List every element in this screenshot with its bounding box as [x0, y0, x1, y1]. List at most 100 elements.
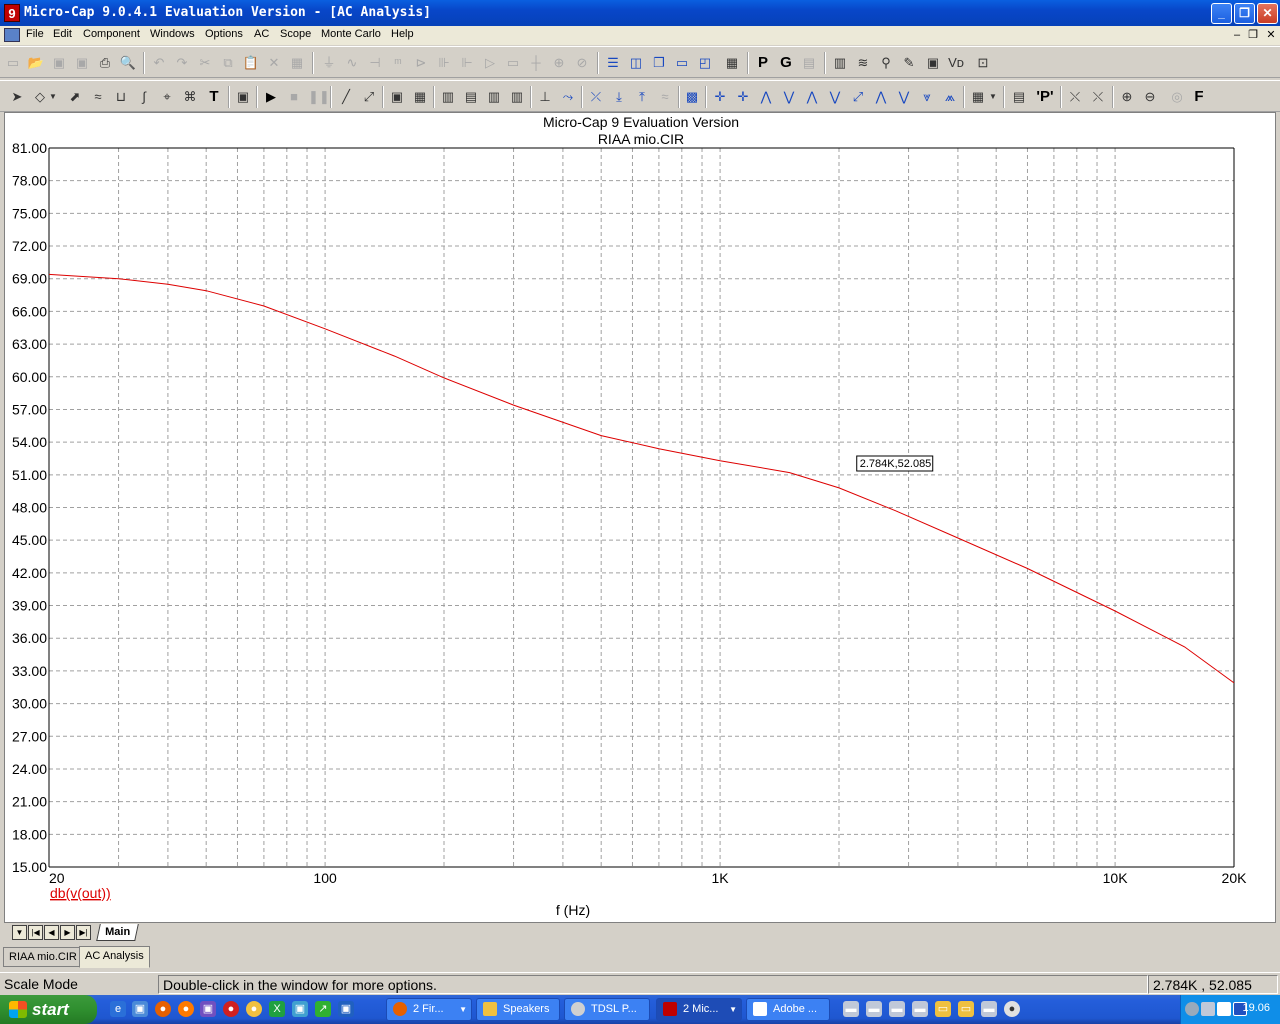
properties-icon[interactable]: ▣: [234, 88, 252, 106]
drive-icon-4[interactable]: ▬: [912, 1001, 928, 1017]
mdi-close-button[interactable]: ✕: [1263, 28, 1279, 42]
axis-icon[interactable]: ⊥: [536, 88, 554, 106]
waveform-icon[interactable]: ≋: [854, 54, 872, 72]
next-point-icon[interactable]: ✛: [711, 88, 729, 106]
grid-icon[interactable]: ▦: [411, 88, 429, 106]
frame-icon[interactable]: ▣: [924, 54, 942, 72]
capacitor-icon[interactable]: ⊣: [366, 54, 384, 72]
explorer-icon[interactable]: ▣: [132, 1001, 148, 1017]
split-window-icon[interactable]: ◰: [696, 54, 714, 72]
save-icon[interactable]: ▣: [50, 54, 68, 72]
network-icon[interactable]: [1201, 1002, 1215, 1016]
vd-icon[interactable]: Vᴅ: [947, 54, 965, 72]
low-icon[interactable]: ⋁: [826, 88, 844, 106]
app-icon-6[interactable]: ▣: [338, 1001, 354, 1017]
grid-g-icon[interactable]: G: [777, 54, 795, 72]
tile-horizontal-icon[interactable]: ☰: [604, 54, 622, 72]
last-tab-button[interactable]: ▶|: [76, 925, 91, 940]
stepping-icon[interactable]: ▦: [969, 88, 987, 106]
task-firefox[interactable]: 2 Fir... ▼: [386, 998, 472, 1021]
grid-style-4-icon[interactable]: ▥: [508, 88, 526, 106]
components-list-icon[interactable]: ▥: [831, 54, 849, 72]
peak-find-icon[interactable]: ⋀: [757, 88, 775, 106]
firefox-icon[interactable]: ●: [155, 1001, 171, 1017]
drive-icon-2[interactable]: ▬: [866, 1001, 882, 1017]
wave-icon[interactable]: ≈: [656, 88, 674, 106]
close-button[interactable]: ✕: [1257, 3, 1278, 24]
pen-icon[interactable]: ✎: [900, 54, 918, 72]
top-icon[interactable]: ⩔: [918, 88, 936, 106]
minimize-button[interactable]: _: [1211, 3, 1232, 24]
window-icon[interactable]: ▭: [673, 54, 691, 72]
npn-icon[interactable]: ⊩: [458, 54, 476, 72]
select-all-icon[interactable]: ▦: [288, 54, 306, 72]
drive-icon-3[interactable]: ▬: [889, 1001, 905, 1017]
run-icon[interactable]: ▶: [262, 88, 280, 106]
peak-icon[interactable]: ≈: [89, 88, 107, 106]
cursor-up-icon[interactable]: ⤒: [633, 88, 651, 106]
save-all-icon[interactable]: ▣: [73, 54, 91, 72]
prev-tab-button[interactable]: ◀: [44, 925, 59, 940]
vsource-icon[interactable]: ⊕: [550, 54, 568, 72]
tag-point-icon[interactable]: ⌖: [158, 88, 176, 106]
start-button[interactable]: start: [0, 995, 97, 1024]
tag-horizontal-icon[interactable]: ⌘: [181, 88, 199, 106]
zoom-in-icon[interactable]: ⊕: [1118, 88, 1136, 106]
paste-icon[interactable]: 📋: [242, 54, 260, 72]
chevron-down-icon[interactable]: ▼: [988, 88, 998, 106]
high-icon[interactable]: ⋀: [803, 88, 821, 106]
numeric-output-icon[interactable]: ▤: [1010, 88, 1028, 106]
menu-file[interactable]: File: [26, 28, 44, 40]
battery-icon[interactable]: ⊪: [435, 54, 453, 72]
drive-icon-5[interactable]: ▬: [981, 1001, 997, 1017]
diode-icon[interactable]: ⊳: [412, 54, 430, 72]
redo-icon[interactable]: ↷: [173, 54, 191, 72]
resistor-icon[interactable]: ∿: [343, 54, 361, 72]
doc-tab-ac-analysis[interactable]: AC Analysis: [79, 946, 150, 968]
cursor-x-icon[interactable]: ⤬: [1066, 88, 1084, 106]
cascade-icon[interactable]: ❐: [650, 54, 668, 72]
prev-point-icon[interactable]: ✛: [734, 88, 752, 106]
ie-icon[interactable]: e: [110, 1001, 126, 1017]
text-tool-icon[interactable]: T: [205, 88, 223, 106]
slope-icon[interactable]: ∫: [135, 88, 153, 106]
tray-arrow-icon[interactable]: [1185, 1002, 1199, 1016]
ac-analysis-chart[interactable]: 15.00 18.00 21.00 24.00 27.00 30.00 33.00 36.00…: [5, 113, 1275, 923]
menu-help[interactable]: Help: [391, 28, 414, 40]
next-tab-button[interactable]: ▶: [60, 925, 75, 940]
mdi-minimize-button[interactable]: –: [1229, 28, 1245, 42]
zoom-fit-icon[interactable]: ⊡: [974, 54, 992, 72]
node-icon[interactable]: ┼: [527, 54, 545, 72]
tile-vertical-icon[interactable]: ◫: [627, 54, 645, 72]
macro-icon[interactable]: ▭: [504, 54, 522, 72]
task-adobe[interactable]: Adobe ...: [746, 998, 830, 1021]
tab-main[interactable]: Main: [96, 924, 139, 941]
menu-scope[interactable]: Scope: [280, 28, 311, 40]
tokens-icon[interactable]: ⤳: [559, 88, 577, 106]
drive-icon-1[interactable]: ▬: [843, 1001, 859, 1017]
opamp-icon[interactable]: ▷: [481, 54, 499, 72]
cut-icon[interactable]: ✂: [196, 54, 214, 72]
menu-windows[interactable]: Windows: [150, 28, 195, 40]
grid-style-2-icon[interactable]: ▤: [462, 88, 480, 106]
app-icon-1[interactable]: ▣: [200, 1001, 216, 1017]
grid-style-3-icon[interactable]: ▥: [485, 88, 503, 106]
folder-icon-1[interactable]: ▭: [935, 1001, 951, 1017]
maximize-button[interactable]: ❐: [1234, 3, 1255, 24]
stop-icon[interactable]: ■: [285, 88, 303, 106]
app-icon-3[interactable]: ●: [246, 1001, 262, 1017]
table-icon[interactable]: ▤: [800, 54, 818, 72]
font-icon[interactable]: F: [1190, 88, 1208, 106]
app-icon-2[interactable]: ●: [223, 1001, 239, 1017]
cursor-mode-icon[interactable]: ⤫: [587, 88, 605, 106]
valley-find-icon[interactable]: ⋁: [780, 88, 798, 106]
page-icon[interactable]: P: [754, 54, 772, 72]
inductor-icon[interactable]: ᵐ: [389, 54, 407, 72]
valley-icon[interactable]: ⊔: [112, 88, 130, 106]
ground-icon[interactable]: ⏚: [320, 54, 338, 72]
globe-icon[interactable]: ◎: [1168, 88, 1186, 106]
auto-scale-icon[interactable]: ⤢: [360, 88, 378, 106]
grid-style-1-icon[interactable]: ▥: [439, 88, 457, 106]
plot-window[interactable]: 15.00 18.00 21.00 24.00 27.00 30.00 33.00 36.00…: [4, 112, 1276, 942]
scale-icon[interactable]: ⬈: [66, 88, 84, 106]
